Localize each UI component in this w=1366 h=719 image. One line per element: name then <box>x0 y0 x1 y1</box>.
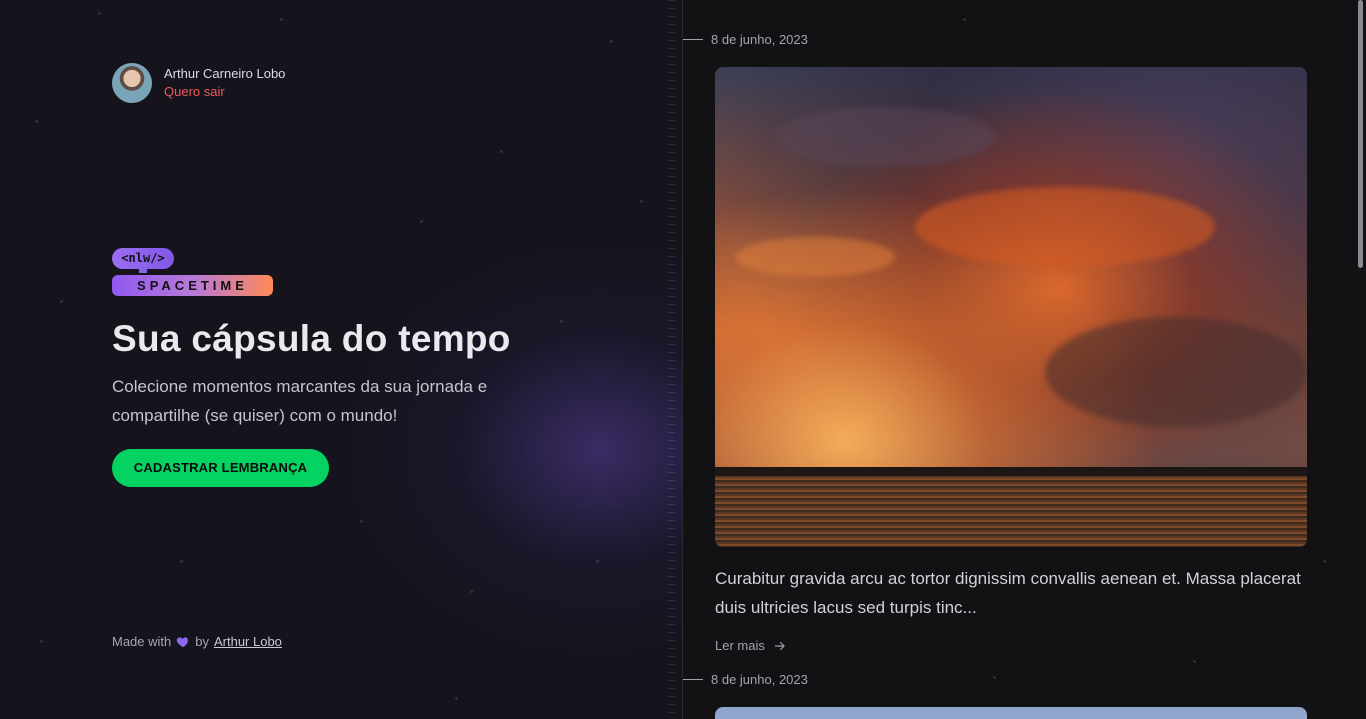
logout-link[interactable]: Quero sair <box>164 83 285 101</box>
nlw-spacetime-logo: <nlw/> SPACETIME <box>112 248 274 296</box>
read-more-label: Ler mais <box>715 638 765 653</box>
register-memory-button[interactable]: CADASTRAR LEMBRANÇA <box>112 449 329 487</box>
ruler-stripes <box>667 0 675 719</box>
memories-timeline: 8 de junho, 2023 Curabitur gravida arcu … <box>683 0 1366 719</box>
made-with-text: Made with <box>112 634 172 649</box>
page-subtitle: Colecione momentos marcantes da sua jorn… <box>112 377 488 425</box>
memory-date-row: 8 de junho, 2023 <box>683 672 808 687</box>
author-link[interactable]: Arthur Lobo <box>214 634 282 649</box>
user-name: Arthur Carneiro Lobo <box>164 66 286 81</box>
user-info: Arthur Carneiro Lobo Quero sair <box>164 65 285 101</box>
user-profile[interactable]: Arthur Carneiro Lobo Quero sair <box>112 63 285 103</box>
memory-cover-image[interactable] <box>715 67 1307 547</box>
by-text: by <box>195 634 209 649</box>
memory-cover-image[interactable] <box>715 707 1307 719</box>
avatar[interactable] <box>112 63 152 103</box>
arrow-right-icon <box>774 641 785 650</box>
memory-excerpt: Curabitur gravida arcu ac tortor digniss… <box>715 569 1301 617</box>
logo-wordmark: SPACETIME <box>112 275 273 296</box>
page-title: Sua cápsula do tempo <box>112 318 511 359</box>
memory-date: 8 de junho, 2023 <box>711 32 808 47</box>
read-more-link[interactable]: Ler mais <box>715 638 787 653</box>
logo-top-badge: <nlw/> <box>112 248 174 269</box>
memory-date: 8 de junho, 2023 <box>711 672 808 687</box>
memory-date-row: 8 de junho, 2023 <box>683 32 808 47</box>
scrollbar[interactable] <box>1358 0 1363 268</box>
footer-credit: Made with by Arthur Lobo <box>112 634 282 649</box>
heart-icon <box>177 636 189 647</box>
hero-panel: Arthur Carneiro Lobo Quero sair <nlw/> S… <box>0 0 683 719</box>
